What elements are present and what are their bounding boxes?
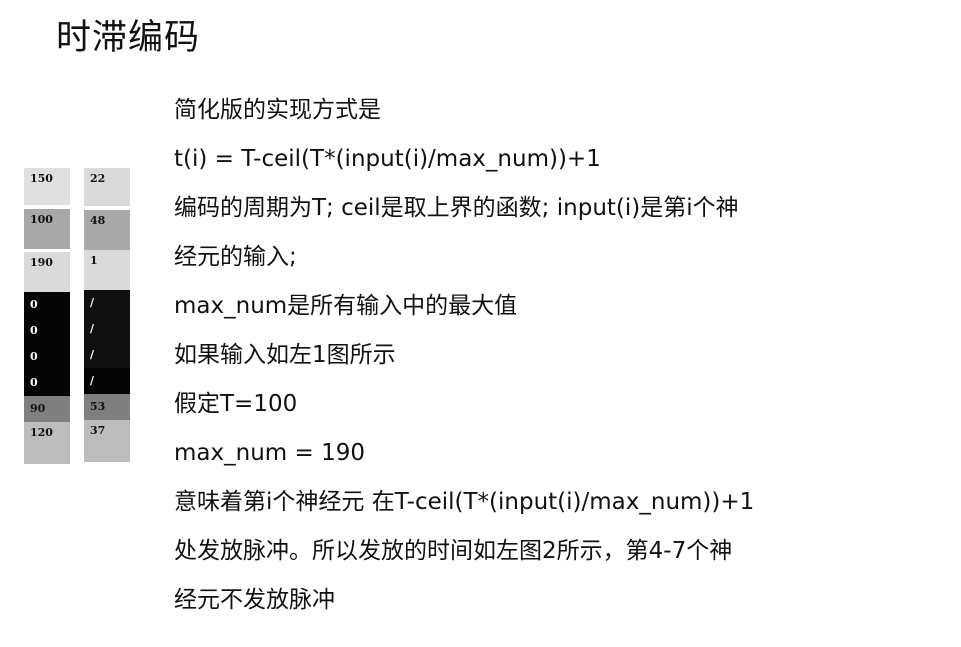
- spike-time-cell: 37: [84, 420, 130, 462]
- text-line: max_num是所有输入中的最大值: [174, 293, 518, 319]
- text-line: max_num = 190: [174, 440, 365, 466]
- input-value-cell: 0: [24, 370, 70, 396]
- input-value-cell: 150: [24, 168, 70, 205]
- input-value-cell: 90: [24, 396, 70, 422]
- page-title: 时滞编码: [56, 18, 201, 58]
- explanation-text: 简化版的实现方式是 t(i) = T-ceil(T*(input(i)/max_n…: [174, 86, 754, 625]
- spike-time-cell: 48: [84, 210, 130, 250]
- text-line: 经元不发放脉冲: [174, 587, 335, 613]
- text-line: 简化版的实现方式是: [174, 97, 381, 123]
- spike-time-cell: /: [84, 368, 130, 394]
- text-line: t(i) = T-ceil(T*(input(i)/max_num))+1: [174, 146, 601, 172]
- text-line: 编码的周期为T; ceil是取上界的函数; input(i)是第i个神: [174, 195, 739, 221]
- input-value-cell: 190: [24, 252, 70, 292]
- spike-time-cell: 53: [84, 394, 130, 420]
- spike-time-cell: /: [84, 290, 130, 316]
- input-value-column: 150 100 190 0 0 0 0 90 120: [24, 168, 70, 464]
- input-value-cell: 120: [24, 422, 70, 464]
- text-line: 意味着第i个神经元 在T-ceil(T*(input(i)/max_num))+…: [174, 489, 755, 515]
- spike-time-cell: /: [84, 342, 130, 368]
- spike-time-cell: 1: [84, 250, 130, 290]
- text-line: 如果输入如左1图所示: [174, 342, 396, 368]
- text-line: 经元的输入;: [174, 244, 297, 270]
- input-value-cell: 0: [24, 292, 70, 318]
- spike-time-column: 22 48 1// //53 37: [84, 168, 130, 462]
- spike-time-cell: /: [84, 316, 130, 342]
- text-line: 处发放脉冲。所以发放的时间如左图2所示，第4-7个神: [174, 538, 733, 564]
- spike-time-cell: 22: [84, 168, 130, 206]
- text-line: 假定T=100: [174, 391, 298, 417]
- input-value-cell: 100: [24, 209, 70, 249]
- input-value-cell: 0: [24, 318, 70, 344]
- input-value-cell: 0: [24, 344, 70, 370]
